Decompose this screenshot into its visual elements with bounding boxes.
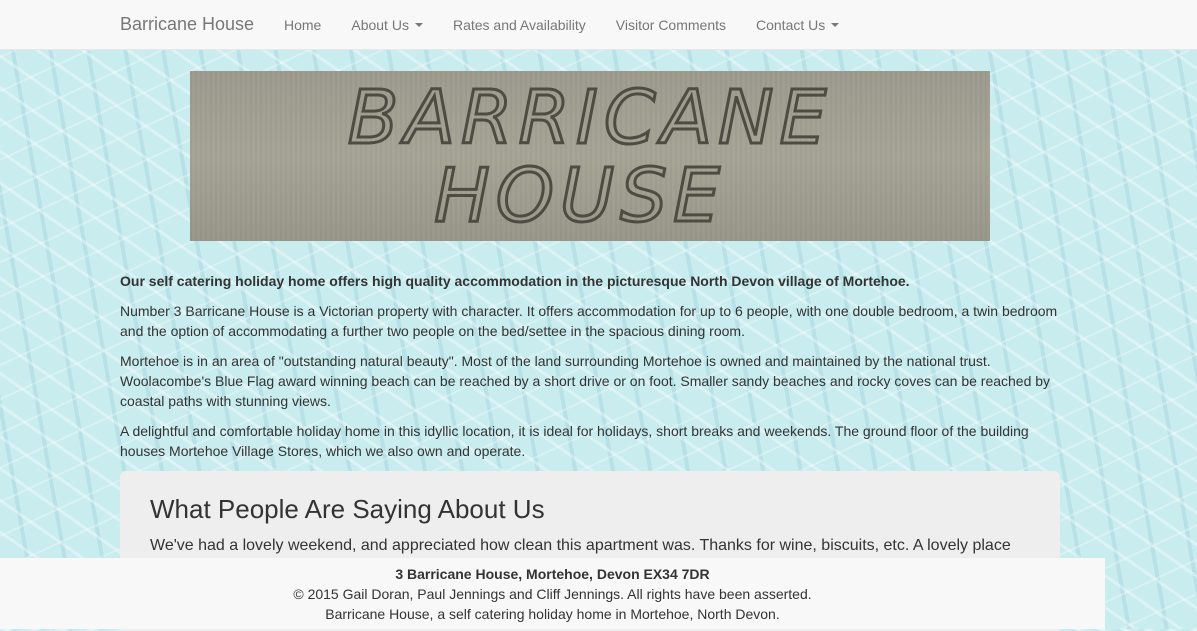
banner-image: BARRICANE HOUSE [190, 71, 990, 241]
nav-item-label: Rates and Availability [452, 17, 586, 33]
nav-item-label: Visitor Comments [615, 17, 726, 33]
footer: 3 Barricane House, Mortehoe, Devon EX34 … [0, 558, 1105, 629]
banner-line-2: HOUSE [434, 153, 726, 239]
caret-down-icon [831, 23, 840, 27]
footer-tagline: Barricane House, a self catering holiday… [325, 606, 780, 622]
nav-item-contact-us[interactable]: Contact Us [741, 0, 854, 50]
banner-line-1: BARRICANE [348, 75, 832, 161]
intro-paragraph: Number 3 Barricane House is a Victorian … [120, 303, 1058, 339]
navbar: Barricane House Home About Us Rates and … [0, 0, 1197, 50]
nav-item-rates[interactable]: Rates and Availability [438, 0, 601, 50]
nav-item-label: Contact Us [756, 17, 826, 33]
footer-address: 3 Barricane House, Mortehoe, Devon EX34 … [395, 566, 710, 582]
nav-item-home[interactable]: Home [269, 0, 336, 50]
nav-item-label: Home [284, 17, 322, 33]
intro-content: Our self catering holiday home offers hi… [120, 271, 1060, 471]
nav-item-about-us[interactable]: About Us [336, 0, 438, 50]
testimonial-quote: We've had a lovely weekend, and apprecia… [150, 537, 1011, 554]
intro-paragraph: Mortehoe is in an area of "outstanding n… [120, 353, 1051, 409]
nav-menu: Home About Us Rates and Availability Vis… [269, 0, 854, 50]
intro-lead: Our self catering holiday home offers hi… [120, 273, 910, 289]
nav-item-label: About Us [351, 17, 409, 33]
testimonials-heading: What People Are Saying About Us [150, 494, 545, 524]
intro-paragraph: A delightful and comfortable holiday hom… [120, 423, 1029, 459]
sand-writing-graphic: BARRICANE HOUSE [346, 74, 832, 241]
caret-down-icon [414, 23, 423, 27]
brand-link[interactable]: Barricane House [120, 14, 254, 35]
nav-item-visitor-comments[interactable]: Visitor Comments [601, 0, 741, 50]
footer-copyright: © 2015 Gail Doran, Paul Jennings and Cli… [293, 586, 812, 602]
